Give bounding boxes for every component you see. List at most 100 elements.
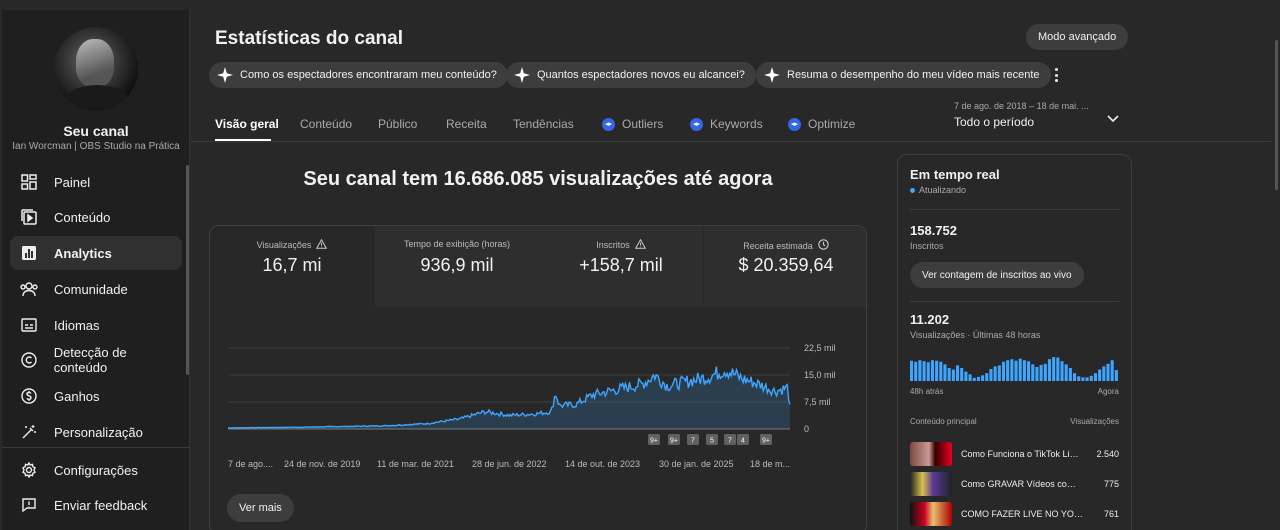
- video-title: Como Funciona o TikTok Live Studio?: [961, 449, 1083, 459]
- sidebar-item-ganhos[interactable]: Ganhos: [10, 379, 182, 413]
- sparkle-icon: [217, 67, 233, 83]
- tab-visao-geral[interactable]: Visão geral: [215, 117, 279, 131]
- content-icon: [18, 206, 40, 228]
- x-tick-label: 30 de jan. de 2025: [659, 459, 734, 469]
- event-marker-label: 5: [710, 438, 714, 445]
- sparkle-icon: [514, 67, 530, 83]
- period-range[interactable]: 7 de ago. de 2018 – 18 de mai. ...: [954, 101, 1089, 111]
- vidiq-icon: ◂▸: [788, 117, 801, 131]
- tab-optimize[interactable]: ◂▸ Optimize: [788, 117, 855, 131]
- tab-outliers[interactable]: ◂▸ Outliers: [602, 117, 663, 131]
- sidebar-item-analytics[interactable]: Analytics: [10, 236, 182, 270]
- realtime-bar: [914, 361, 918, 381]
- sidebar-item-conteudo[interactable]: Conteúdo: [10, 200, 182, 234]
- sidebar-item-label: Detecção de conteúdo: [53, 345, 127, 375]
- header-divider: [191, 141, 1271, 142]
- axis-start-label: 48h atrás: [910, 387, 944, 396]
- x-tick-label: 11 de mar. de 2021: [377, 459, 454, 469]
- subscriber-label: Inscritos: [910, 241, 944, 251]
- realtime-bar: [1106, 363, 1110, 381]
- tab-label: Tendências: [513, 117, 574, 131]
- ai-suggestion-chip[interactable]: Como os espectadores encontraram meu con…: [209, 62, 508, 88]
- realtime-bar: [989, 369, 993, 381]
- top-views-header: Visualizações: [1070, 417, 1119, 426]
- sidebar-scrollbar[interactable]: [186, 165, 189, 375]
- realtime-bar: [922, 361, 926, 381]
- sidebar-item-comunidade[interactable]: Comunidade: [10, 272, 182, 306]
- realtime-bar: [955, 365, 960, 381]
- live-subscriber-count-button[interactable]: Ver contagem de inscritos ao vivo: [910, 262, 1084, 288]
- sidebar-item-label: Ganhos: [54, 388, 100, 404]
- tab-label: Keywords: [710, 117, 763, 131]
- sidebar-item-idiomas[interactable]: Idiomas: [10, 308, 182, 342]
- vidiq-icon: ◂▸: [690, 117, 703, 131]
- see-more-button[interactable]: Ver mais: [227, 494, 294, 522]
- y-tick-label: 22,5 mil: [804, 343, 836, 353]
- realtime-status: Atualizando: [910, 185, 966, 195]
- realtime-bar: [981, 375, 985, 381]
- event-marker-label: 9+: [650, 438, 658, 445]
- views-chart[interactable]: 22,5 mil 15,0 mil 7,5 mil 0 7 de ago.... 24 d…: [210, 226, 867, 530]
- video-thumbnail: [910, 502, 952, 526]
- realtime-bar-chart[interactable]: [910, 355, 1119, 381]
- sidebar-footer-label: Configurações: [54, 462, 138, 478]
- top-content-row[interactable]: Como GRAVAR Vídeos com OBS Studio 775: [910, 472, 1119, 496]
- realtime-bar: [1010, 359, 1014, 381]
- realtime-bar: [1018, 358, 1022, 381]
- channel-avatar[interactable]: [54, 27, 138, 111]
- realtime-bar: [918, 360, 922, 381]
- realtime-bar: [1098, 369, 1102, 381]
- event-marker-label: 7: [691, 438, 695, 445]
- period-selector[interactable]: Todo o período: [954, 115, 1034, 129]
- video-thumbnail: [910, 442, 952, 466]
- tab-publico[interactable]: Público: [378, 117, 417, 131]
- realtime-panel: Em tempo real Atualizando 158.752 Inscri…: [897, 154, 1132, 530]
- x-tick-label: 28 de jun. de 2022: [472, 459, 547, 469]
- top-content-row[interactable]: Como Funciona o TikTok Live Studio? 2.54…: [910, 442, 1119, 466]
- realtime-bar: [1060, 361, 1064, 381]
- sidebar-item-deteccao[interactable]: Detecção de conteúdo: [10, 343, 182, 377]
- event-marker-label: 9+: [670, 438, 678, 445]
- realtime-views-label: Visualizações · Últimas 48 horas: [910, 330, 1041, 340]
- realtime-bar: [1047, 359, 1052, 381]
- top-content-row[interactable]: COMO FAZER LIVE NO YOUTUBE 761: [910, 502, 1119, 526]
- feedback-icon: [18, 494, 40, 516]
- advanced-mode-button[interactable]: Modo avançado: [1026, 24, 1129, 50]
- realtime-bar: [935, 360, 939, 381]
- ai-suggestion-chip[interactable]: Quantos espectadores novos eu alcancei?: [506, 62, 756, 88]
- realtime-bar: [1035, 366, 1039, 381]
- chip-label: Resuma o desempenho do meu vídeo mais re…: [787, 69, 1040, 81]
- tab-conteudo[interactable]: Conteúdo: [300, 117, 352, 131]
- tab-label: Visão geral: [215, 117, 279, 131]
- more-options-icon[interactable]: [1050, 66, 1062, 84]
- y-tick-label: 0: [804, 424, 809, 434]
- page-scrollbar[interactable]: [1275, 40, 1278, 190]
- tab-tendencias[interactable]: Tendências: [513, 117, 574, 131]
- sidebar-item-label: Analytics: [54, 245, 112, 261]
- tab-keywords[interactable]: ◂▸ Keywords: [690, 117, 763, 131]
- ai-suggestion-chip[interactable]: Resuma o desempenho do meu vídeo mais re…: [756, 62, 1051, 88]
- realtime-bar: [1102, 366, 1106, 381]
- tab-label: Conteúdo: [300, 117, 353, 131]
- dashboard-icon: [18, 171, 40, 193]
- sidebar-item-personalizacao[interactable]: Personalização: [10, 415, 182, 449]
- subscriber-count: 158.752: [910, 223, 957, 238]
- chevron-down-icon[interactable]: [1107, 110, 1119, 128]
- realtime-bar: [1014, 360, 1018, 381]
- tab-receita[interactable]: Receita: [446, 117, 487, 131]
- x-tick-label: 18 de m...: [750, 459, 790, 469]
- sidebar-item-configuracoes[interactable]: Configurações: [10, 453, 182, 487]
- copyright-icon: [18, 349, 40, 371]
- sidebar-footer-label: Enviar feedback: [54, 497, 148, 513]
- dollar-icon: [18, 385, 40, 407]
- channel-name: Ian Worcman | OBS Studio na Prática: [12, 141, 180, 152]
- sidebar-item-painel[interactable]: Painel: [10, 165, 182, 199]
- tab-label: Receita: [446, 117, 487, 131]
- realtime-bar: [930, 360, 934, 381]
- realtime-bar: [1027, 361, 1031, 381]
- realtime-bar: [1022, 360, 1026, 381]
- overview-card: Visualizações 16,7 mi Tempo de exibição …: [209, 225, 867, 530]
- app-window: Seu canal Ian Worcman | OBS Studio na Pr…: [0, 0, 1280, 530]
- sidebar-item-feedback[interactable]: Enviar feedback: [10, 488, 182, 522]
- tab-label: Outliers: [622, 117, 664, 131]
